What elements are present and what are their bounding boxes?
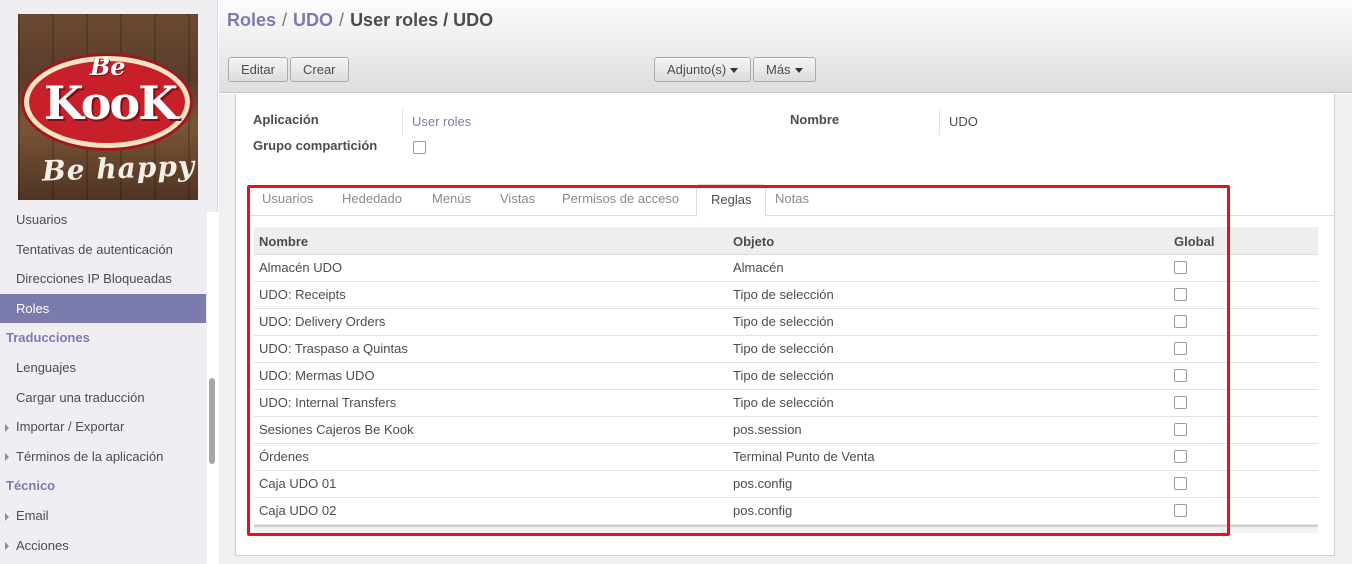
- caret-right-icon: [5, 423, 9, 432]
- scrollbar-thumb[interactable]: [209, 378, 215, 464]
- logo-tagline: Be happy: [41, 149, 196, 188]
- sidebar-item-lenguajes[interactable]: Lenguajes: [0, 353, 206, 383]
- attachments-dropdown[interactable]: Adjunto(s): [654, 57, 752, 82]
- breadcrumb-separator: /: [339, 10, 345, 30]
- sidebar-item-tentativas-de-autenticacion[interactable]: Tentativas de autenticación: [0, 235, 206, 265]
- sidebar-item-label: Acciones: [16, 537, 69, 553]
- sidebar: Be KooK Be happy Usuarios Tentativas de a…: [0, 0, 218, 564]
- field-separator: [402, 109, 403, 135]
- more-label: Más: [766, 62, 791, 77]
- sidebar-item-label: Direcciones IP Bloqueadas: [16, 271, 172, 286]
- edit-button-label: Editar: [241, 62, 275, 77]
- name-label: Nombre: [790, 112, 840, 127]
- field-separator: [939, 109, 940, 135]
- caret-down-icon: [730, 68, 739, 74]
- breadcrumb-separator: /: [282, 10, 288, 30]
- edit-button[interactable]: Editar: [228, 57, 288, 82]
- application-value-link[interactable]: User roles: [412, 114, 471, 129]
- sidebar-item-direcciones-ip-bloqueadas[interactable]: Direcciones IP Bloqueadas: [0, 264, 206, 294]
- sidebar-item-email[interactable]: Email: [0, 501, 206, 531]
- sidebar-item-label: Técnico: [6, 478, 56, 493]
- highlight-box: [247, 185, 1230, 536]
- sidebar-item-label: Lenguajes: [16, 360, 76, 375]
- caret-down-icon: [794, 68, 803, 74]
- create-button[interactable]: Crear: [290, 57, 349, 82]
- sidebar-item-label: Email: [16, 508, 49, 523]
- caret-right-icon: [5, 453, 9, 462]
- sidebar-section-tecnico: Técnico: [0, 471, 206, 501]
- sidebar-item-importar-exportar[interactable]: Importar / Exportar: [0, 412, 206, 442]
- create-button-label: Crear: [303, 62, 336, 77]
- breadcrumb: Roles / UDO / User roles / UDO: [227, 10, 493, 31]
- sidebar-section-traducciones: Traducciones: [0, 323, 206, 353]
- sidebar-item-label: Usuarios: [16, 212, 68, 227]
- breadcrumb-current: User roles / UDO: [350, 10, 494, 30]
- sidebar-item-usuarios[interactable]: Usuarios: [0, 205, 206, 235]
- more-dropdown[interactable]: Más: [753, 57, 816, 82]
- sidebar-item-label: Importar / Exportar: [16, 419, 125, 434]
- caret-right-icon: [5, 542, 9, 551]
- sidebar-item-acciones[interactable]: Acciones: [0, 531, 206, 561]
- logo-kook-text: KooK: [43, 76, 178, 130]
- breadcrumb-roles-link[interactable]: Roles: [227, 10, 276, 30]
- group-share-checkbox[interactable]: [413, 141, 426, 154]
- sidebar-menu: Usuarios Tentativas de autenticación Direc…: [0, 205, 206, 560]
- company-logo[interactable]: Be KooK Be happy: [18, 14, 198, 200]
- sidebar-item-label: Tentativas de autenticación: [16, 241, 173, 257]
- breadcrumb-udo-link[interactable]: UDO: [293, 10, 333, 30]
- sidebar-scrollbar[interactable]: [207, 212, 218, 564]
- name-value[interactable]: UDO: [949, 114, 978, 129]
- caret-right-icon: [5, 512, 9, 521]
- sidebar-item-label: Cargar una traducción: [16, 389, 145, 405]
- application-label: Aplicación: [253, 112, 319, 127]
- attachments-label: Adjunto(s): [667, 62, 727, 77]
- sidebar-item-label: Términos de la aplicación: [16, 448, 164, 464]
- group-share-label: Grupo compartición: [253, 138, 378, 153]
- sidebar-item-label: Traducciones: [6, 330, 90, 345]
- sidebar-item-roles[interactable]: Roles: [0, 293, 206, 323]
- sidebar-item-label: Roles: [16, 300, 50, 316]
- sidebar-item-terminos-de-la-aplicacion[interactable]: Términos de la aplicación: [0, 442, 206, 472]
- sidebar-item-cargar-una-traduccion[interactable]: Cargar una traducción: [0, 383, 206, 413]
- control-panel: Roles / UDO / User roles / UDO Editar Crear …: [219, 0, 1352, 93]
